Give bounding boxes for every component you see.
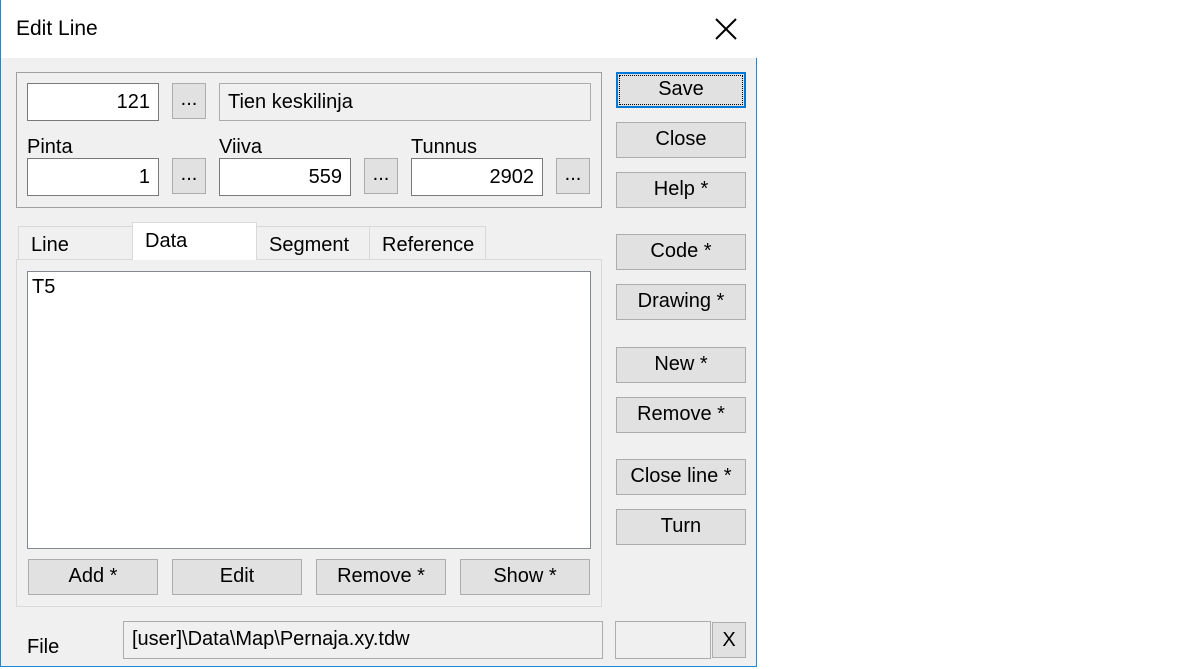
tab-reference[interactable]: Reference (369, 226, 486, 260)
remove-button[interactable]: Remove * (616, 397, 746, 433)
tunnus-input[interactable]: 2902 (411, 158, 543, 196)
add-button[interactable]: Add * (28, 559, 158, 595)
tunnus-browse-button[interactable]: ... (556, 158, 590, 194)
viiva-label: Viiva (219, 136, 262, 158)
close-line-button[interactable]: Close line * (616, 459, 746, 495)
clear-file-button[interactable]: X (712, 622, 746, 658)
window-title: Edit Line (16, 17, 98, 40)
code-browse-button[interactable]: ... (172, 83, 206, 119)
drawing-button[interactable]: Drawing * (616, 284, 746, 320)
file-label: File (27, 636, 60, 658)
data-list[interactable]: T5 (27, 271, 591, 549)
pinta-browse-button[interactable]: ... (172, 158, 206, 194)
tab-line[interactable]: Line (18, 226, 133, 260)
tab-data[interactable]: Data (132, 222, 257, 260)
new-button[interactable]: New * (616, 347, 746, 383)
pinta-label: Pinta (27, 136, 73, 158)
help-button[interactable]: Help * (616, 172, 746, 208)
edit-button[interactable]: Edit (172, 559, 302, 595)
tab-segment[interactable]: Segment (256, 226, 370, 260)
tunnus-label: Tunnus (411, 136, 477, 158)
pinta-input[interactable]: 1 (27, 158, 159, 196)
code-input[interactable]: 121 (27, 83, 159, 121)
close-button[interactable]: Close (616, 122, 746, 158)
save-button[interactable]: Save (616, 72, 746, 108)
list-item[interactable]: T5 (32, 276, 55, 299)
viiva-browse-button[interactable]: ... (364, 158, 398, 194)
title-bar: Edit Line (1, 0, 758, 58)
file-extra-field (615, 621, 711, 659)
code-description-field: Tien keskilinja (219, 83, 591, 121)
show-button[interactable]: Show * (460, 559, 590, 595)
edit-line-dialog: Edit Line 121 ... Tien keskilinja Pinta … (0, 0, 758, 667)
close-icon[interactable] (709, 12, 743, 46)
viiva-input[interactable]: 559 (219, 158, 351, 196)
file-path-field: [user]\Data\Map\Pernaja.xy.tdw (123, 621, 603, 659)
remove-data-button[interactable]: Remove * (316, 559, 446, 595)
turn-button[interactable]: Turn (616, 509, 746, 545)
code-button[interactable]: Code * (616, 234, 746, 270)
